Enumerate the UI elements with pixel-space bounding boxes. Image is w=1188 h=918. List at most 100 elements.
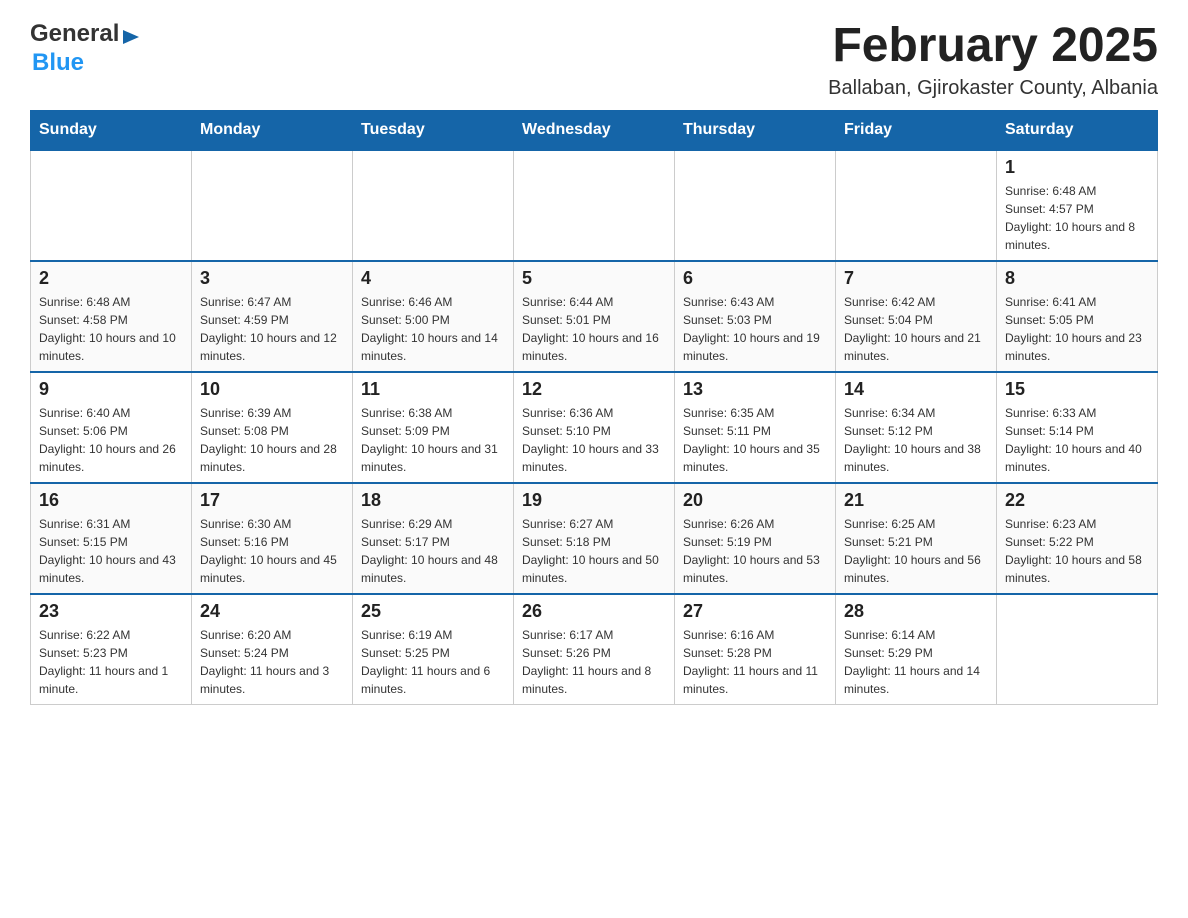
day-info: Sunrise: 6:38 AMSunset: 5:09 PMDaylight:… (361, 404, 505, 476)
logo-general: General (30, 20, 119, 47)
calendar-cell (31, 150, 192, 261)
logo-arrow-icon (121, 26, 143, 48)
day-info: Sunrise: 6:27 AMSunset: 5:18 PMDaylight:… (522, 515, 666, 587)
calendar-cell: 8 Sunrise: 6:41 AMSunset: 5:05 PMDayligh… (997, 261, 1158, 372)
calendar-cell: 18 Sunrise: 6:29 AMSunset: 5:17 PMDaylig… (353, 483, 514, 594)
day-info: Sunrise: 6:34 AMSunset: 5:12 PMDaylight:… (844, 404, 988, 476)
day-number: 22 (1005, 490, 1149, 511)
calendar-cell: 22 Sunrise: 6:23 AMSunset: 5:22 PMDaylig… (997, 483, 1158, 594)
day-number: 3 (200, 268, 344, 289)
week-row-5: 23 Sunrise: 6:22 AMSunset: 5:23 PMDaylig… (31, 594, 1158, 705)
calendar-cell: 28 Sunrise: 6:14 AMSunset: 5:29 PMDaylig… (836, 594, 997, 705)
day-number: 14 (844, 379, 988, 400)
col-saturday: Saturday (997, 110, 1158, 150)
calendar-cell: 19 Sunrise: 6:27 AMSunset: 5:18 PMDaylig… (514, 483, 675, 594)
day-info: Sunrise: 6:48 AMSunset: 4:58 PMDaylight:… (39, 293, 183, 365)
day-info: Sunrise: 6:14 AMSunset: 5:29 PMDaylight:… (844, 626, 988, 698)
calendar-cell: 16 Sunrise: 6:31 AMSunset: 5:15 PMDaylig… (31, 483, 192, 594)
header-right: February 2025 Ballaban, Gjirokaster Coun… (828, 20, 1158, 100)
day-info: Sunrise: 6:33 AMSunset: 5:14 PMDaylight:… (1005, 404, 1149, 476)
col-tuesday: Tuesday (353, 110, 514, 150)
day-number: 18 (361, 490, 505, 511)
calendar-cell: 7 Sunrise: 6:42 AMSunset: 5:04 PMDayligh… (836, 261, 997, 372)
calendar-cell: 4 Sunrise: 6:46 AMSunset: 5:00 PMDayligh… (353, 261, 514, 372)
calendar-cell: 1 Sunrise: 6:48 AMSunset: 4:57 PMDayligh… (997, 150, 1158, 261)
calendar-cell (997, 594, 1158, 705)
calendar-cell (192, 150, 353, 261)
day-number: 24 (200, 601, 344, 622)
day-number: 28 (844, 601, 988, 622)
week-row-2: 2 Sunrise: 6:48 AMSunset: 4:58 PMDayligh… (31, 261, 1158, 372)
day-info: Sunrise: 6:42 AMSunset: 5:04 PMDaylight:… (844, 293, 988, 365)
day-number: 5 (522, 268, 666, 289)
week-row-3: 9 Sunrise: 6:40 AMSunset: 5:06 PMDayligh… (31, 372, 1158, 483)
day-info: Sunrise: 6:40 AMSunset: 5:06 PMDaylight:… (39, 404, 183, 476)
day-info: Sunrise: 6:31 AMSunset: 5:15 PMDaylight:… (39, 515, 183, 587)
day-info: Sunrise: 6:39 AMSunset: 5:08 PMDaylight:… (200, 404, 344, 476)
day-number: 1 (1005, 157, 1149, 178)
calendar-cell: 3 Sunrise: 6:47 AMSunset: 4:59 PMDayligh… (192, 261, 353, 372)
calendar-header-row: Sunday Monday Tuesday Wednesday Thursday… (31, 110, 1158, 150)
calendar-cell: 14 Sunrise: 6:34 AMSunset: 5:12 PMDaylig… (836, 372, 997, 483)
day-number: 26 (522, 601, 666, 622)
calendar-cell: 12 Sunrise: 6:36 AMSunset: 5:10 PMDaylig… (514, 372, 675, 483)
day-info: Sunrise: 6:48 AMSunset: 4:57 PMDaylight:… (1005, 182, 1149, 254)
calendar-cell: 2 Sunrise: 6:48 AMSunset: 4:58 PMDayligh… (31, 261, 192, 372)
calendar-cell: 15 Sunrise: 6:33 AMSunset: 5:14 PMDaylig… (997, 372, 1158, 483)
day-info: Sunrise: 6:43 AMSunset: 5:03 PMDaylight:… (683, 293, 827, 365)
day-info: Sunrise: 6:20 AMSunset: 5:24 PMDaylight:… (200, 626, 344, 698)
day-number: 16 (39, 490, 183, 511)
day-info: Sunrise: 6:44 AMSunset: 5:01 PMDaylight:… (522, 293, 666, 365)
day-number: 20 (683, 490, 827, 511)
calendar-cell: 9 Sunrise: 6:40 AMSunset: 5:06 PMDayligh… (31, 372, 192, 483)
day-info: Sunrise: 6:23 AMSunset: 5:22 PMDaylight:… (1005, 515, 1149, 587)
col-sunday: Sunday (31, 110, 192, 150)
calendar-cell: 20 Sunrise: 6:26 AMSunset: 5:19 PMDaylig… (675, 483, 836, 594)
day-number: 17 (200, 490, 344, 511)
logo: General Blue (30, 20, 143, 78)
calendar-cell: 11 Sunrise: 6:38 AMSunset: 5:09 PMDaylig… (353, 372, 514, 483)
col-thursday: Thursday (675, 110, 836, 150)
col-friday: Friday (836, 110, 997, 150)
day-number: 2 (39, 268, 183, 289)
day-info: Sunrise: 6:35 AMSunset: 5:11 PMDaylight:… (683, 404, 827, 476)
day-info: Sunrise: 6:16 AMSunset: 5:28 PMDaylight:… (683, 626, 827, 698)
day-number: 27 (683, 601, 827, 622)
calendar-cell (836, 150, 997, 261)
day-info: Sunrise: 6:46 AMSunset: 5:00 PMDaylight:… (361, 293, 505, 365)
month-title: February 2025 (828, 20, 1158, 73)
col-monday: Monday (192, 110, 353, 150)
calendar-cell: 27 Sunrise: 6:16 AMSunset: 5:28 PMDaylig… (675, 594, 836, 705)
calendar-cell (675, 150, 836, 261)
day-number: 12 (522, 379, 666, 400)
calendar-cell: 24 Sunrise: 6:20 AMSunset: 5:24 PMDaylig… (192, 594, 353, 705)
calendar-cell (353, 150, 514, 261)
week-row-4: 16 Sunrise: 6:31 AMSunset: 5:15 PMDaylig… (31, 483, 1158, 594)
col-wednesday: Wednesday (514, 110, 675, 150)
day-info: Sunrise: 6:29 AMSunset: 5:17 PMDaylight:… (361, 515, 505, 587)
day-number: 10 (200, 379, 344, 400)
location: Ballaban, Gjirokaster County, Albania (828, 77, 1158, 100)
day-number: 13 (683, 379, 827, 400)
page-header: General Blue February 2025 Ballaban, Gji… (30, 20, 1158, 100)
calendar-cell: 23 Sunrise: 6:22 AMSunset: 5:23 PMDaylig… (31, 594, 192, 705)
calendar-cell (514, 150, 675, 261)
day-number: 8 (1005, 268, 1149, 289)
day-number: 11 (361, 379, 505, 400)
week-row-1: 1 Sunrise: 6:48 AMSunset: 4:57 PMDayligh… (31, 150, 1158, 261)
calendar-table: Sunday Monday Tuesday Wednesday Thursday… (30, 110, 1158, 705)
day-info: Sunrise: 6:22 AMSunset: 5:23 PMDaylight:… (39, 626, 183, 698)
calendar-cell: 21 Sunrise: 6:25 AMSunset: 5:21 PMDaylig… (836, 483, 997, 594)
day-number: 4 (361, 268, 505, 289)
day-info: Sunrise: 6:30 AMSunset: 5:16 PMDaylight:… (200, 515, 344, 587)
day-info: Sunrise: 6:26 AMSunset: 5:19 PMDaylight:… (683, 515, 827, 587)
day-info: Sunrise: 6:41 AMSunset: 5:05 PMDaylight:… (1005, 293, 1149, 365)
calendar-cell: 13 Sunrise: 6:35 AMSunset: 5:11 PMDaylig… (675, 372, 836, 483)
day-number: 9 (39, 379, 183, 400)
day-info: Sunrise: 6:36 AMSunset: 5:10 PMDaylight:… (522, 404, 666, 476)
day-number: 23 (39, 601, 183, 622)
day-number: 15 (1005, 379, 1149, 400)
calendar-cell: 26 Sunrise: 6:17 AMSunset: 5:26 PMDaylig… (514, 594, 675, 705)
logo-wordmark: General Blue (30, 20, 143, 78)
day-number: 19 (522, 490, 666, 511)
